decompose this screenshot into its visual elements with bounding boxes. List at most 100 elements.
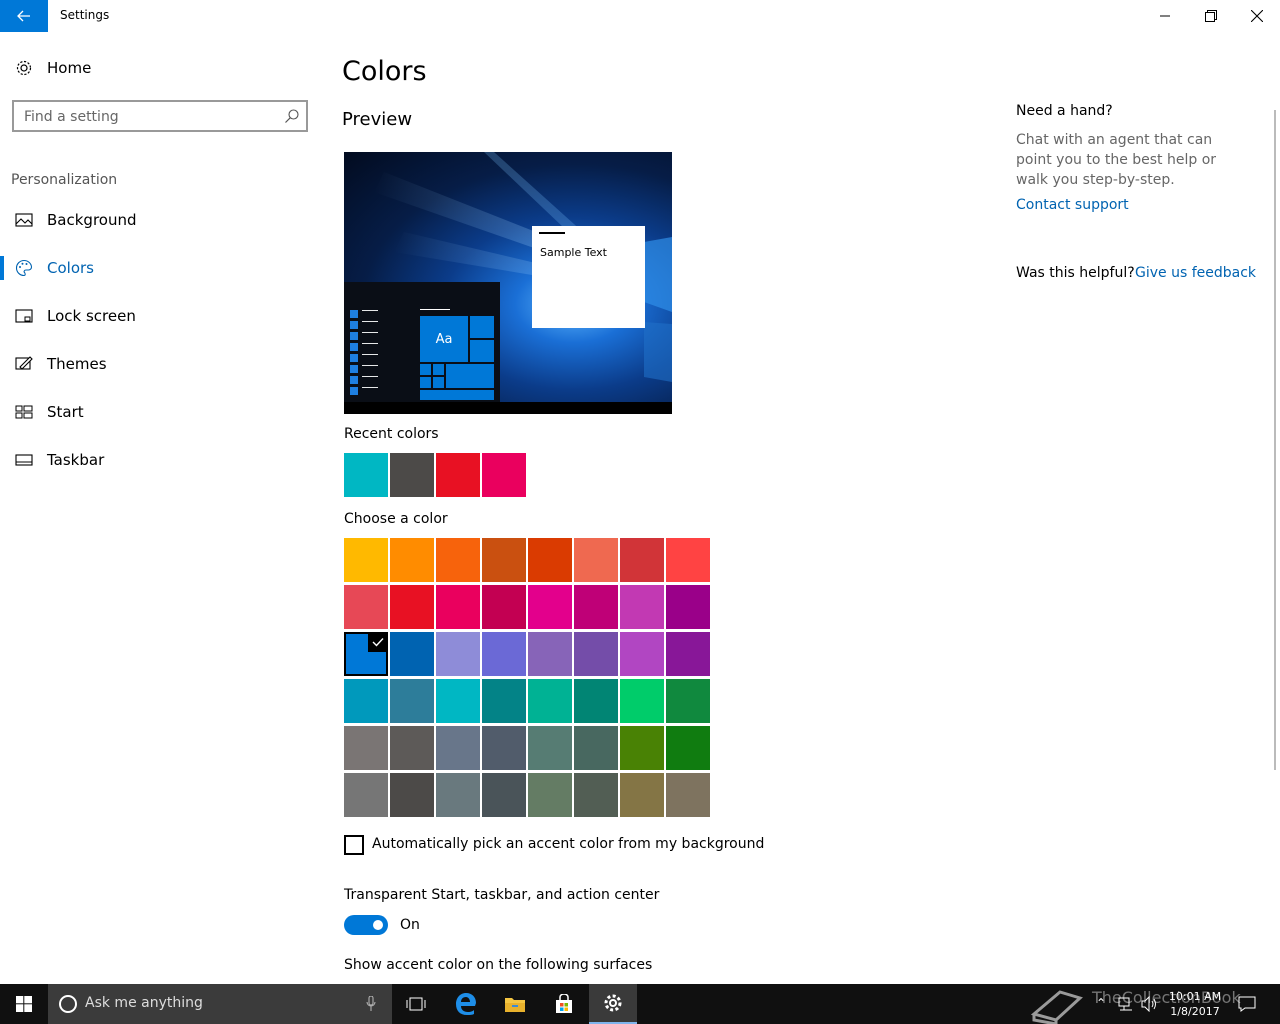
- preview-start-menu: Aa: [344, 282, 500, 402]
- back-button[interactable]: [0, 0, 48, 32]
- color-swatch[interactable]: [482, 679, 526, 723]
- edge-button[interactable]: [442, 984, 490, 1024]
- cortana-search-box[interactable]: Ask me anything: [48, 984, 392, 1024]
- tray-time: 10:01 AM: [1168, 990, 1222, 1003]
- recent-color-swatch[interactable]: [390, 453, 434, 497]
- close-icon: [1251, 10, 1263, 22]
- file-explorer-button[interactable]: [491, 984, 539, 1024]
- color-swatch[interactable]: [528, 726, 572, 770]
- color-swatch[interactable]: [620, 726, 664, 770]
- color-swatch[interactable]: [574, 632, 618, 676]
- color-swatch[interactable]: [574, 773, 618, 817]
- color-swatch[interactable]: [666, 726, 710, 770]
- volume-icon[interactable]: [1141, 996, 1159, 1012]
- color-swatch[interactable]: [482, 632, 526, 676]
- feedback-link[interactable]: Give us feedback: [1135, 265, 1256, 281]
- color-swatch[interactable]: [344, 773, 388, 817]
- network-icon[interactable]: [1118, 996, 1134, 1012]
- color-swatch[interactable]: [390, 679, 434, 723]
- sidebar-item-home[interactable]: Home: [0, 48, 320, 88]
- color-swatch[interactable]: [482, 773, 526, 817]
- color-swatch[interactable]: [344, 585, 388, 629]
- color-swatch[interactable]: [344, 726, 388, 770]
- chevron-up-icon[interactable]: ⌃: [1096, 996, 1106, 1010]
- color-swatch[interactable]: [620, 538, 664, 582]
- color-swatch[interactable]: [390, 538, 434, 582]
- color-swatch[interactable]: [666, 679, 710, 723]
- color-swatch[interactable]: [666, 585, 710, 629]
- color-swatch[interactable]: [436, 773, 480, 817]
- auto-accent-label: Automatically pick an accent color from …: [372, 836, 765, 852]
- color-swatch[interactable]: [436, 585, 480, 629]
- sidebar-item-label: Lock screen: [47, 307, 136, 325]
- color-swatch[interactable]: [528, 538, 572, 582]
- theme-preview: Aa Sample Text: [344, 152, 672, 414]
- task-view-button[interactable]: [392, 984, 440, 1024]
- scrollbar[interactable]: [1274, 110, 1276, 770]
- color-swatch[interactable]: [528, 632, 572, 676]
- color-swatch[interactable]: [574, 726, 618, 770]
- color-swatch[interactable]: [390, 773, 434, 817]
- color-swatch[interactable]: [390, 632, 434, 676]
- choose-color-heading: Choose a color: [344, 511, 448, 527]
- color-swatch[interactable]: [390, 585, 434, 629]
- color-swatch[interactable]: [666, 538, 710, 582]
- settings-taskbar-button[interactable]: [589, 984, 637, 1024]
- sidebar-item-lock-screen[interactable]: Lock screen: [0, 296, 320, 336]
- sidebar-item-themes[interactable]: Themes: [0, 344, 320, 384]
- close-button[interactable]: [1234, 0, 1280, 32]
- color-swatch[interactable]: [482, 726, 526, 770]
- sidebar-item-taskbar[interactable]: Taskbar: [0, 440, 320, 480]
- color-swatch[interactable]: [482, 585, 526, 629]
- color-swatch[interactable]: [390, 726, 434, 770]
- minimize-icon: [1160, 15, 1170, 17]
- store-button[interactable]: [540, 984, 588, 1024]
- color-swatch[interactable]: [666, 773, 710, 817]
- edge-icon: [456, 993, 476, 1015]
- minimize-button[interactable]: [1142, 0, 1188, 32]
- color-swatch[interactable]: [666, 632, 710, 676]
- search-icon[interactable]: [284, 108, 300, 124]
- color-swatch[interactable]: [344, 632, 388, 676]
- color-swatch[interactable]: [436, 679, 480, 723]
- gear-icon: [604, 994, 622, 1012]
- recent-color-swatch[interactable]: [436, 453, 480, 497]
- sidebar-item-background[interactable]: Background: [0, 200, 320, 240]
- action-center-icon[interactable]: [1238, 996, 1256, 1012]
- tray-clock[interactable]: 10:01 AM 1/8/2017: [1160, 989, 1230, 1019]
- color-swatch[interactable]: [436, 726, 480, 770]
- sidebar-item-start[interactable]: Start: [0, 392, 320, 432]
- sidebar-item-label: Themes: [47, 355, 107, 373]
- color-swatch[interactable]: [528, 773, 572, 817]
- color-swatch[interactable]: [574, 585, 618, 629]
- start-icon: [14, 402, 34, 422]
- windows-logo-icon: [16, 996, 32, 1012]
- contact-support-link[interactable]: Contact support: [1016, 197, 1129, 213]
- color-swatch[interactable]: [574, 679, 618, 723]
- recent-color-swatch[interactable]: [344, 453, 388, 497]
- search-input[interactable]: [24, 107, 274, 127]
- preview-sample-window: Sample Text: [532, 226, 645, 328]
- color-swatch[interactable]: [436, 632, 480, 676]
- search-box[interactable]: [12, 100, 308, 132]
- auto-accent-checkbox[interactable]: [344, 835, 364, 855]
- restore-icon: [1205, 10, 1217, 22]
- color-swatch[interactable]: [620, 632, 664, 676]
- transparency-toggle[interactable]: [344, 915, 388, 935]
- recent-color-swatch[interactable]: [482, 453, 526, 497]
- restore-button[interactable]: [1188, 0, 1234, 32]
- color-swatch[interactable]: [344, 538, 388, 582]
- color-swatch[interactable]: [620, 679, 664, 723]
- color-swatch[interactable]: [482, 538, 526, 582]
- color-swatch[interactable]: [620, 585, 664, 629]
- microphone-icon[interactable]: [366, 996, 376, 1012]
- color-swatch[interactable]: [528, 679, 572, 723]
- start-button[interactable]: [0, 984, 48, 1024]
- color-swatch[interactable]: [574, 538, 618, 582]
- color-swatch[interactable]: [436, 538, 480, 582]
- color-swatch[interactable]: [620, 773, 664, 817]
- gear-icon: [14, 58, 34, 78]
- color-swatch[interactable]: [344, 679, 388, 723]
- color-swatch[interactable]: [528, 585, 572, 629]
- sidebar-item-colors[interactable]: Colors: [0, 248, 320, 288]
